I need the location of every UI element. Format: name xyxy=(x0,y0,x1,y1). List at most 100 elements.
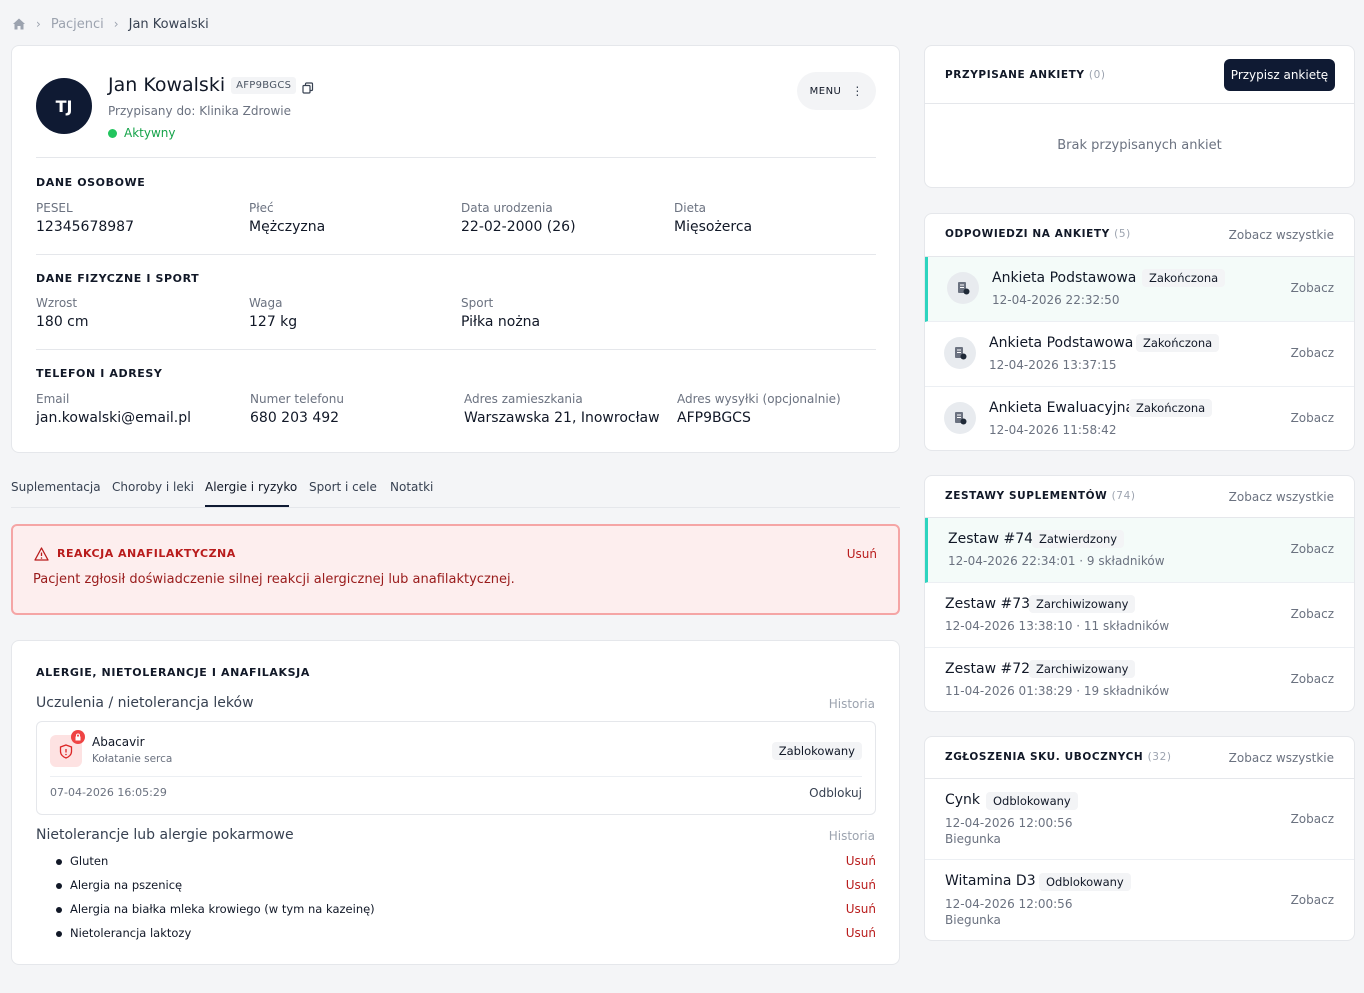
side-effect-row[interactable]: Witamina D3 Odblokowany 12-04-2026 12:00… xyxy=(925,860,1354,940)
set-view-link[interactable]: Zobacz xyxy=(1291,672,1334,686)
side-effects-see-all[interactable]: Zobacz wszystkie xyxy=(1229,751,1334,765)
divider xyxy=(36,254,876,255)
bullet-icon xyxy=(56,859,62,865)
birthdate-value: 22-02-2000 (26) xyxy=(461,219,576,235)
side-effect-view-link[interactable]: Zobacz xyxy=(1291,812,1334,826)
divider xyxy=(36,349,876,350)
supplement-sets-see-all[interactable]: Zobacz wszystkie xyxy=(1229,490,1334,504)
tab-supplementation[interactable]: Suplementacja xyxy=(11,480,101,494)
set-name: Zestaw #72 xyxy=(945,661,1031,677)
home-icon[interactable] xyxy=(12,17,26,31)
food-subtitle: Nietolerancje lub alergie pokarmowe xyxy=(36,827,294,843)
drug-reaction: Kołatanie serca xyxy=(92,753,173,765)
tab-notes[interactable]: Notatki xyxy=(390,480,433,494)
survey-answer-row[interactable]: Ankieta Podstawowa Zakończona 12-04-2026… xyxy=(925,322,1354,387)
copy-icon[interactable] xyxy=(302,79,314,94)
food-item-name: Alergia na białka mleka krowiego (w tym … xyxy=(70,902,375,916)
side-effect-row[interactable]: Cynk Odblokowany 12-04-2026 12:00:56 Bie… xyxy=(925,779,1354,860)
divider xyxy=(925,103,1354,104)
food-item: Gluten Usuń xyxy=(56,854,876,870)
drug-name: Abacavir xyxy=(92,735,145,749)
active-tab-indicator xyxy=(205,505,289,507)
food-history-link[interactable]: Historia xyxy=(829,829,875,843)
allergies-title: ALERGIE, NIETOLERANCJE I ANAFILAKSJA xyxy=(36,666,310,679)
supplement-sets-card: ZESTAWY SUPLEMENTÓW (74) Zobacz wszystki… xyxy=(924,475,1355,712)
food-item-remove[interactable]: Usuń xyxy=(846,854,876,868)
phone-label: Numer telefonu xyxy=(250,392,344,406)
side-effects-count: (32) xyxy=(1147,751,1172,763)
set-status-badge: Zarchiwizowany xyxy=(1029,660,1136,678)
weight-value: 127 kg xyxy=(249,314,298,330)
more-vertical-icon: ⋮ xyxy=(851,84,864,98)
side-effect-view-link[interactable]: Zobacz xyxy=(1291,893,1334,907)
sex-label: Płeć xyxy=(249,201,274,215)
bullet-icon xyxy=(56,931,62,937)
personal-title: DANE OSOBOWE xyxy=(36,176,146,189)
anaphylaxis-alert: REAKCJA ANAFILAKTYCZNA Usuń Pacjent zgło… xyxy=(11,524,900,615)
bullet-icon xyxy=(56,883,62,889)
food-item: Alergia na białka mleka krowiego (w tym … xyxy=(56,902,876,918)
tab-sport[interactable]: Sport i cele xyxy=(309,480,377,494)
tabs-border xyxy=(11,507,900,508)
side-effect-name: Witamina D3 xyxy=(945,873,1036,889)
food-item: Alergia na pszenicę Usuń xyxy=(56,878,876,894)
assign-survey-button[interactable]: Przypisz ankietę xyxy=(1224,59,1335,91)
set-meta: 12-04-2026 22:34:01 · 9 składników xyxy=(948,554,1165,568)
food-item-remove[interactable]: Usuń xyxy=(846,926,876,940)
alert-title: REAKCJA ANAFILAKTYCZNA xyxy=(57,547,236,560)
menu-button[interactable]: MENU ⋮ xyxy=(797,72,876,110)
sport-value: Piłka nożna xyxy=(461,314,541,330)
empty-surveys-text: Brak przypisanych ankiet xyxy=(1057,138,1222,153)
alert-remove-link[interactable]: Usuń xyxy=(847,547,877,561)
survey-view-link[interactable]: Zobacz xyxy=(1291,281,1334,295)
set-view-link[interactable]: Zobacz xyxy=(1291,607,1334,621)
set-status-badge: Zarchiwizowany xyxy=(1029,595,1136,613)
set-view-link[interactable]: Zobacz xyxy=(1291,542,1334,556)
side-effects-title: ZGŁOSZENIA SKU. UBOCZNYCH (32) xyxy=(945,751,1172,763)
survey-date: 12-04-2026 22:32:50 xyxy=(992,293,1120,307)
food-item: Nietolerancja laktozy Usuń xyxy=(56,926,876,942)
tab-allergies[interactable]: Alergie i ryzyko xyxy=(205,480,297,494)
divider xyxy=(50,776,862,777)
address-label: Adres zamieszkania xyxy=(464,392,583,406)
avatar: TJ xyxy=(36,78,92,134)
alert-text: Pacjent zgłosił doświadczenie silnej rea… xyxy=(33,572,515,587)
status-label: Aktywny xyxy=(124,126,176,140)
sex-value: Mężczyzna xyxy=(249,219,326,235)
survey-answers-see-all[interactable]: Zobacz wszystkie xyxy=(1229,228,1334,242)
tab-diseases[interactable]: Choroby i leki xyxy=(112,480,194,494)
drug-date: 07-04-2026 16:05:29 xyxy=(50,786,167,799)
patient-card: TJ Jan Kowalski AFP9BGCS Przypisany do: … xyxy=(11,45,900,453)
unblock-button[interactable]: Odblokuj xyxy=(809,786,862,800)
set-meta: 12-04-2026 13:38:10 · 11 składników xyxy=(945,619,1170,633)
supplement-set-row[interactable]: Zestaw #74 Zatwierdzony 12-04-2026 22:34… xyxy=(925,518,1354,583)
allergies-card: ALERGIE, NIETOLERANCJE I ANAFILAKSJA Ucz… xyxy=(11,640,900,965)
phone-value: 680 203 492 xyxy=(250,410,340,426)
address-value: Warszawska 21, Inowrocław xyxy=(464,410,660,426)
survey-date: 12-04-2026 13:37:15 xyxy=(989,358,1117,372)
side-effects-title-text: ZGŁOSZENIA SKU. UBOCZNYCH xyxy=(945,751,1144,763)
warning-icon xyxy=(34,546,49,561)
breadcrumb-patients[interactable]: Pacjenci xyxy=(51,17,104,32)
survey-answers-count: (5) xyxy=(1114,228,1131,240)
survey-answer-row[interactable]: Ankieta Podstawowa Zakończona 12-04-2026… xyxy=(925,257,1354,322)
supplement-sets-title: ZESTAWY SUPLEMENTÓW (74) xyxy=(945,490,1136,502)
menu-label: MENU xyxy=(809,85,842,97)
drugs-history-link[interactable]: Historia xyxy=(829,697,875,711)
side-effects-card: ZGŁOSZENIA SKU. UBOCZNYCH (32) Zobacz ws… xyxy=(924,736,1355,941)
supplement-set-row[interactable]: Zestaw #72 Zarchiwizowany 11-04-2026 01:… xyxy=(925,648,1354,711)
set-name: Zestaw #73 xyxy=(945,596,1031,612)
food-item-remove[interactable]: Usuń xyxy=(846,902,876,916)
assigned-surveys-title: PRZYPISANE ANKIETY (0) xyxy=(945,69,1106,81)
contact-title: TELEFON I ADRESY xyxy=(36,367,163,380)
divider xyxy=(36,157,876,158)
side-effect-name: Cynk xyxy=(945,792,981,808)
assigned-surveys-count: (0) xyxy=(1088,69,1106,81)
survey-answer-row[interactable]: Ankieta Ewaluacyjna Zakończona 12-04-202… xyxy=(925,387,1354,450)
survey-view-link[interactable]: Zobacz xyxy=(1291,411,1334,425)
supplement-set-row[interactable]: Zestaw #73 Zarchiwizowany 12-04-2026 13:… xyxy=(925,583,1354,648)
survey-view-link[interactable]: Zobacz xyxy=(1291,346,1334,360)
side-effect-symptom: Biegunka xyxy=(945,913,1001,927)
diet-value: Mięsożerca xyxy=(674,219,753,235)
food-item-remove[interactable]: Usuń xyxy=(846,878,876,892)
